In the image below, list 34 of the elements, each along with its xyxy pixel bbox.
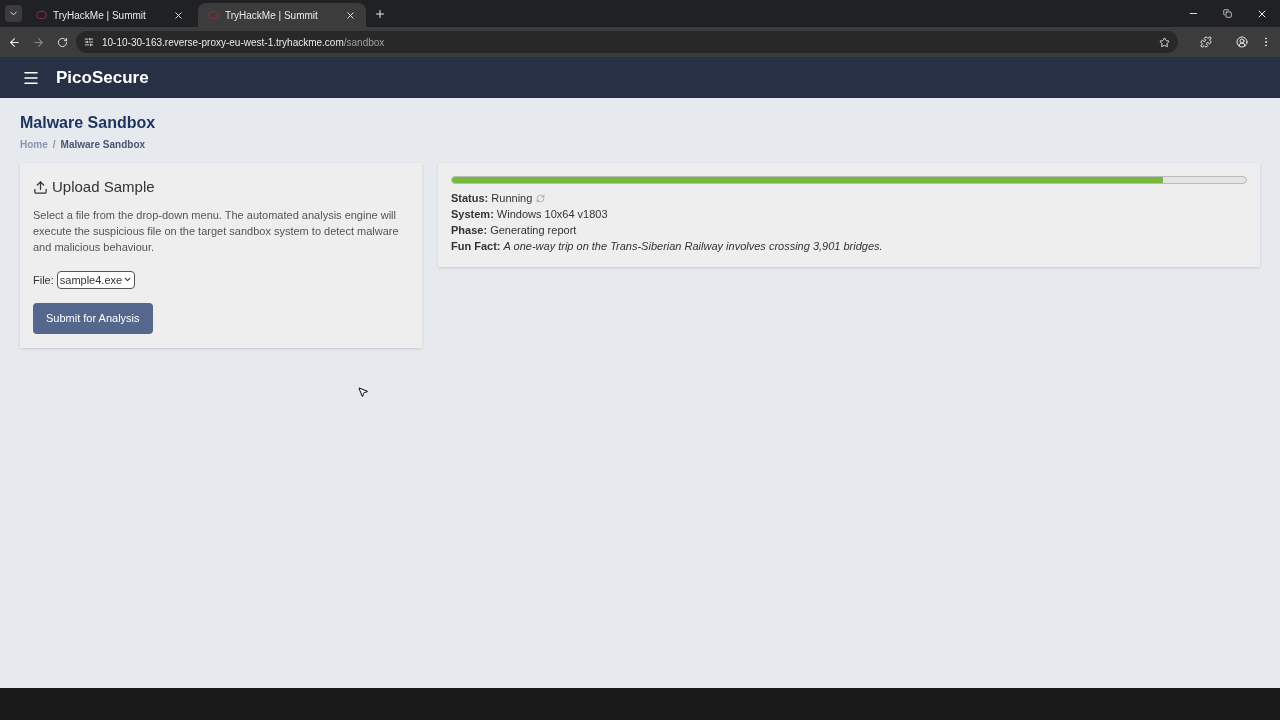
browser-tab[interactable]: TryHackMe | Summit bbox=[26, 3, 194, 27]
page-title: Malware Sandbox bbox=[20, 113, 157, 133]
card-description: Select a file from the drop-down menu. The automated analysis engine will execute the suspicious file on the target sandbox system to detect malware and malicious behaviour. bbox=[33, 207, 400, 255]
breadcrumb-separator: / bbox=[52, 138, 56, 152]
site-info-icon[interactable] bbox=[84, 37, 94, 47]
close-icon[interactable] bbox=[173, 9, 184, 21]
restore-icon[interactable] bbox=[1223, 9, 1232, 18]
breadcrumb-item: Malware Sandbox bbox=[60, 138, 146, 152]
info-line: Status: Running bbox=[451, 191, 533, 206]
tab-title: TryHackMe | Summit bbox=[53, 8, 147, 23]
extensions-icon[interactable] bbox=[1200, 36, 1212, 48]
spinner-icon bbox=[536, 193, 546, 203]
brand-name[interactable]: PicoSecure bbox=[56, 64, 149, 91]
file-select[interactable]: sample4.exe bbox=[56, 270, 136, 289]
new-tab-icon[interactable] bbox=[374, 7, 386, 20]
info-line: Phase: Generating report bbox=[451, 223, 577, 238]
browser-tab[interactable]: TryHackMe | Summit bbox=[198, 3, 366, 27]
info-line: Fun Fact: A one-way trip on the Trans-Siberian Railway involves crossing 3,901 bridges. bbox=[451, 239, 883, 254]
reload-icon[interactable] bbox=[57, 36, 68, 48]
submit-button[interactable]: Submit for Analysis bbox=[33, 303, 153, 334]
forward-icon[interactable] bbox=[32, 35, 45, 49]
upload-icon bbox=[33, 179, 48, 195]
mouse-cursor-icon bbox=[357, 386, 369, 398]
address-bar[interactable]: 10-10-30-163.reverse-proxy-eu-west-1.tryhackme.com/sandbox bbox=[76, 31, 1178, 53]
file-label: File: bbox=[33, 272, 54, 288]
bookmark-star-icon[interactable] bbox=[1159, 36, 1170, 48]
url-text: 10-10-30-163.reverse-proxy-eu-west-1.tryhackme.com/sandbox bbox=[102, 35, 385, 50]
back-icon[interactable] bbox=[8, 35, 21, 49]
card-title: Upload Sample bbox=[52, 177, 155, 197]
profile-icon[interactable] bbox=[1236, 36, 1248, 48]
tab-title: TryHackMe | Summit bbox=[225, 8, 319, 23]
info-line: System: Windows 10x64 v1803 bbox=[451, 207, 608, 222]
tab-search-button[interactable] bbox=[5, 5, 22, 22]
close-icon[interactable] bbox=[345, 9, 356, 21]
